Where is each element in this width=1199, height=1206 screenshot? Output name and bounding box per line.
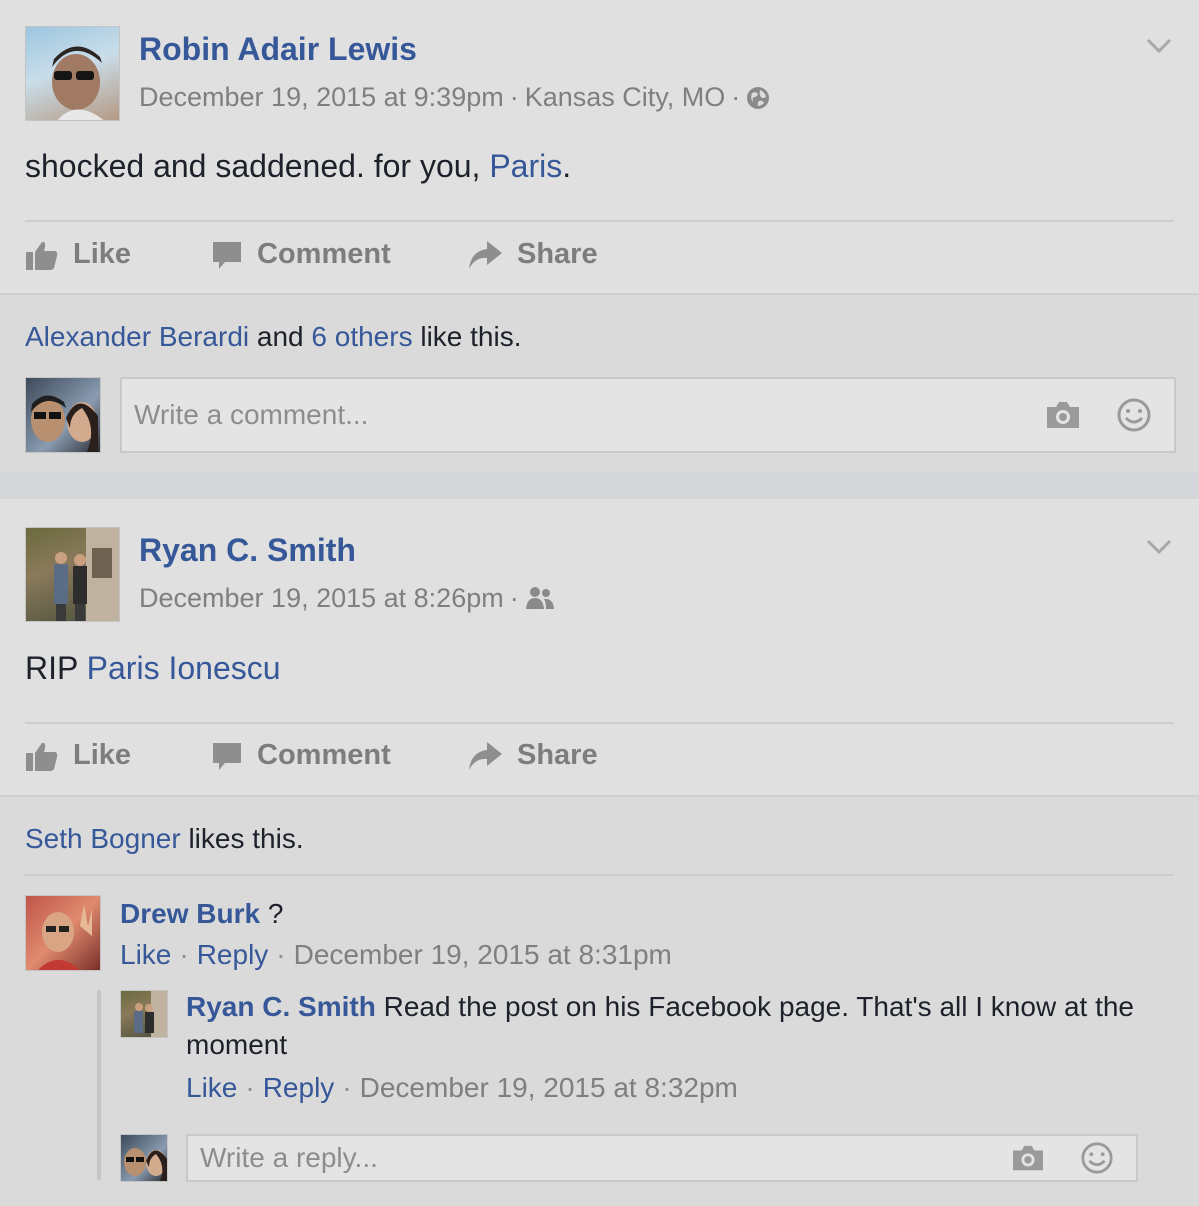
comment-icon: [213, 742, 241, 770]
reply-input[interactable]: Write a reply...: [186, 1134, 1138, 1182]
avatar[interactable]: [25, 26, 120, 121]
comment-button[interactable]: Comment: [211, 238, 391, 271]
post-author[interactable]: Ryan C. Smith: [139, 532, 356, 569]
avatar[interactable]: [25, 527, 120, 622]
emoji-icon[interactable]: [1080, 1141, 1114, 1175]
separator: ·: [342, 1072, 352, 1103]
liker-name[interactable]: Seth Bogner: [25, 823, 181, 854]
separator: ·: [509, 82, 519, 112]
post-meta: December 19, 2015 at 9:39pm · Kansas City,…: [139, 82, 770, 113]
comment-body: Drew Burk ?: [120, 895, 283, 933]
share-icon: [469, 741, 502, 770]
tagged-link[interactable]: Paris Ionescu: [87, 650, 281, 686]
reply-author[interactable]: Ryan C. Smith: [186, 991, 376, 1022]
comment-avatar[interactable]: [25, 895, 101, 971]
share-icon: [469, 240, 502, 269]
separator: ·: [276, 939, 286, 970]
separator: ·: [179, 939, 189, 970]
share-label: Share: [517, 238, 598, 270]
chevron-down-icon[interactable]: [1145, 36, 1173, 56]
emoji-icon[interactable]: [1116, 397, 1152, 433]
liker-name[interactable]: Alexander Berardi: [25, 321, 249, 352]
profile-photo: [54, 528, 119, 621]
post-text: shocked and saddened. for you, Paris.: [25, 148, 571, 185]
reply-body: Ryan C. Smith Read the post on his Faceb…: [186, 988, 1136, 1064]
reply-placeholder: Write a reply...: [200, 1142, 378, 1173]
chevron-down-icon[interactable]: [1145, 537, 1173, 557]
viewer-avatar: [25, 377, 101, 453]
like-button[interactable]: Like: [25, 739, 131, 772]
likes-suffix: like this.: [412, 321, 522, 352]
post-author[interactable]: Robin Adair Lewis: [139, 31, 417, 68]
comment-label: Comment: [257, 238, 391, 270]
reply-like-link[interactable]: Like: [186, 1072, 237, 1103]
like-label: Like: [73, 238, 132, 270]
post-text-end: .: [562, 148, 572, 184]
divider: [25, 220, 1174, 222]
viewer-avatar: [120, 1134, 168, 1182]
comment-button[interactable]: Comment: [211, 739, 391, 772]
profile-photo: [52, 46, 104, 120]
reply-date[interactable]: December 19, 2015 at 8:32pm: [360, 1072, 738, 1103]
comment-reply-link[interactable]: Reply: [197, 939, 269, 970]
comment-input[interactable]: Write a comment...: [120, 377, 1176, 453]
globe-icon[interactable]: [746, 86, 770, 110]
post-text: RIP Paris Ionescu: [25, 650, 281, 687]
likes-and: and: [249, 321, 312, 352]
tagged-link[interactable]: Paris: [489, 148, 562, 184]
commenter-photo: [38, 904, 92, 970]
post-date[interactable]: December 19, 2015 at 8:26pm: [139, 583, 504, 613]
reply-author-photo: [134, 991, 167, 1037]
post-text-body: RIP: [25, 650, 87, 686]
post-feedback: Seth Bogner likes this. Drew Burk ? Like…: [0, 795, 1199, 1206]
separator: ·: [509, 583, 519, 613]
comment-meta: Like · Reply · December 19, 2015 at 8:31pm: [120, 939, 672, 971]
share-button[interactable]: Share: [467, 739, 598, 772]
thumbs-up-icon: [26, 742, 58, 771]
comment-author[interactable]: Drew Burk: [120, 898, 260, 929]
comment-icon: [213, 241, 241, 269]
viewer-photo: [124, 1148, 167, 1181]
separator: ·: [245, 1072, 255, 1103]
comment-label: Comment: [257, 739, 391, 771]
camera-icon[interactable]: [1044, 399, 1082, 431]
friends-icon[interactable]: [525, 586, 555, 610]
comment-placeholder: Write a comment...: [134, 399, 369, 430]
post-meta: December 19, 2015 at 8:26pm ·: [139, 583, 555, 614]
post-robin: Robin Adair Lewis December 19, 2015 at 9…: [0, 0, 1199, 472]
reply-reply-link[interactable]: Reply: [263, 1072, 335, 1103]
thumbs-up-icon: [26, 241, 58, 270]
viewer-photo: [31, 395, 98, 452]
divider: [25, 722, 1174, 724]
separator: ·: [731, 82, 741, 112]
share-label: Share: [517, 739, 598, 771]
post-text-body: shocked and saddened. for you,: [25, 148, 490, 184]
likes-others-link[interactable]: 6 others: [311, 321, 412, 352]
reply-meta: Like · Reply · December 19, 2015 at 8:32pm: [186, 1072, 738, 1104]
likes-suffix: likes this.: [180, 823, 304, 854]
share-button[interactable]: Share: [467, 238, 598, 271]
post-location[interactable]: Kansas City, MO: [525, 82, 726, 112]
likes-summary: Seth Bogner likes this.: [25, 823, 304, 855]
likes-summary: Alexander Berardi and 6 others like this…: [25, 321, 522, 353]
reply-avatar[interactable]: [120, 990, 168, 1038]
post-feedback: Alexander Berardi and 6 others like this…: [0, 293, 1199, 472]
post-ryan: Ryan C. Smith December 19, 2015 at 8:26p…: [0, 499, 1199, 1206]
reply-thread-line: [97, 990, 101, 1180]
comment-date[interactable]: December 19, 2015 at 8:31pm: [294, 939, 672, 970]
camera-icon[interactable]: [1010, 1143, 1046, 1173]
post-date[interactable]: December 19, 2015 at 9:39pm: [139, 82, 504, 112]
comment-like-link[interactable]: Like: [120, 939, 171, 970]
like-label: Like: [73, 739, 132, 771]
divider: [25, 874, 1174, 876]
like-button[interactable]: Like: [25, 238, 131, 271]
comment-text: ?: [260, 898, 284, 929]
